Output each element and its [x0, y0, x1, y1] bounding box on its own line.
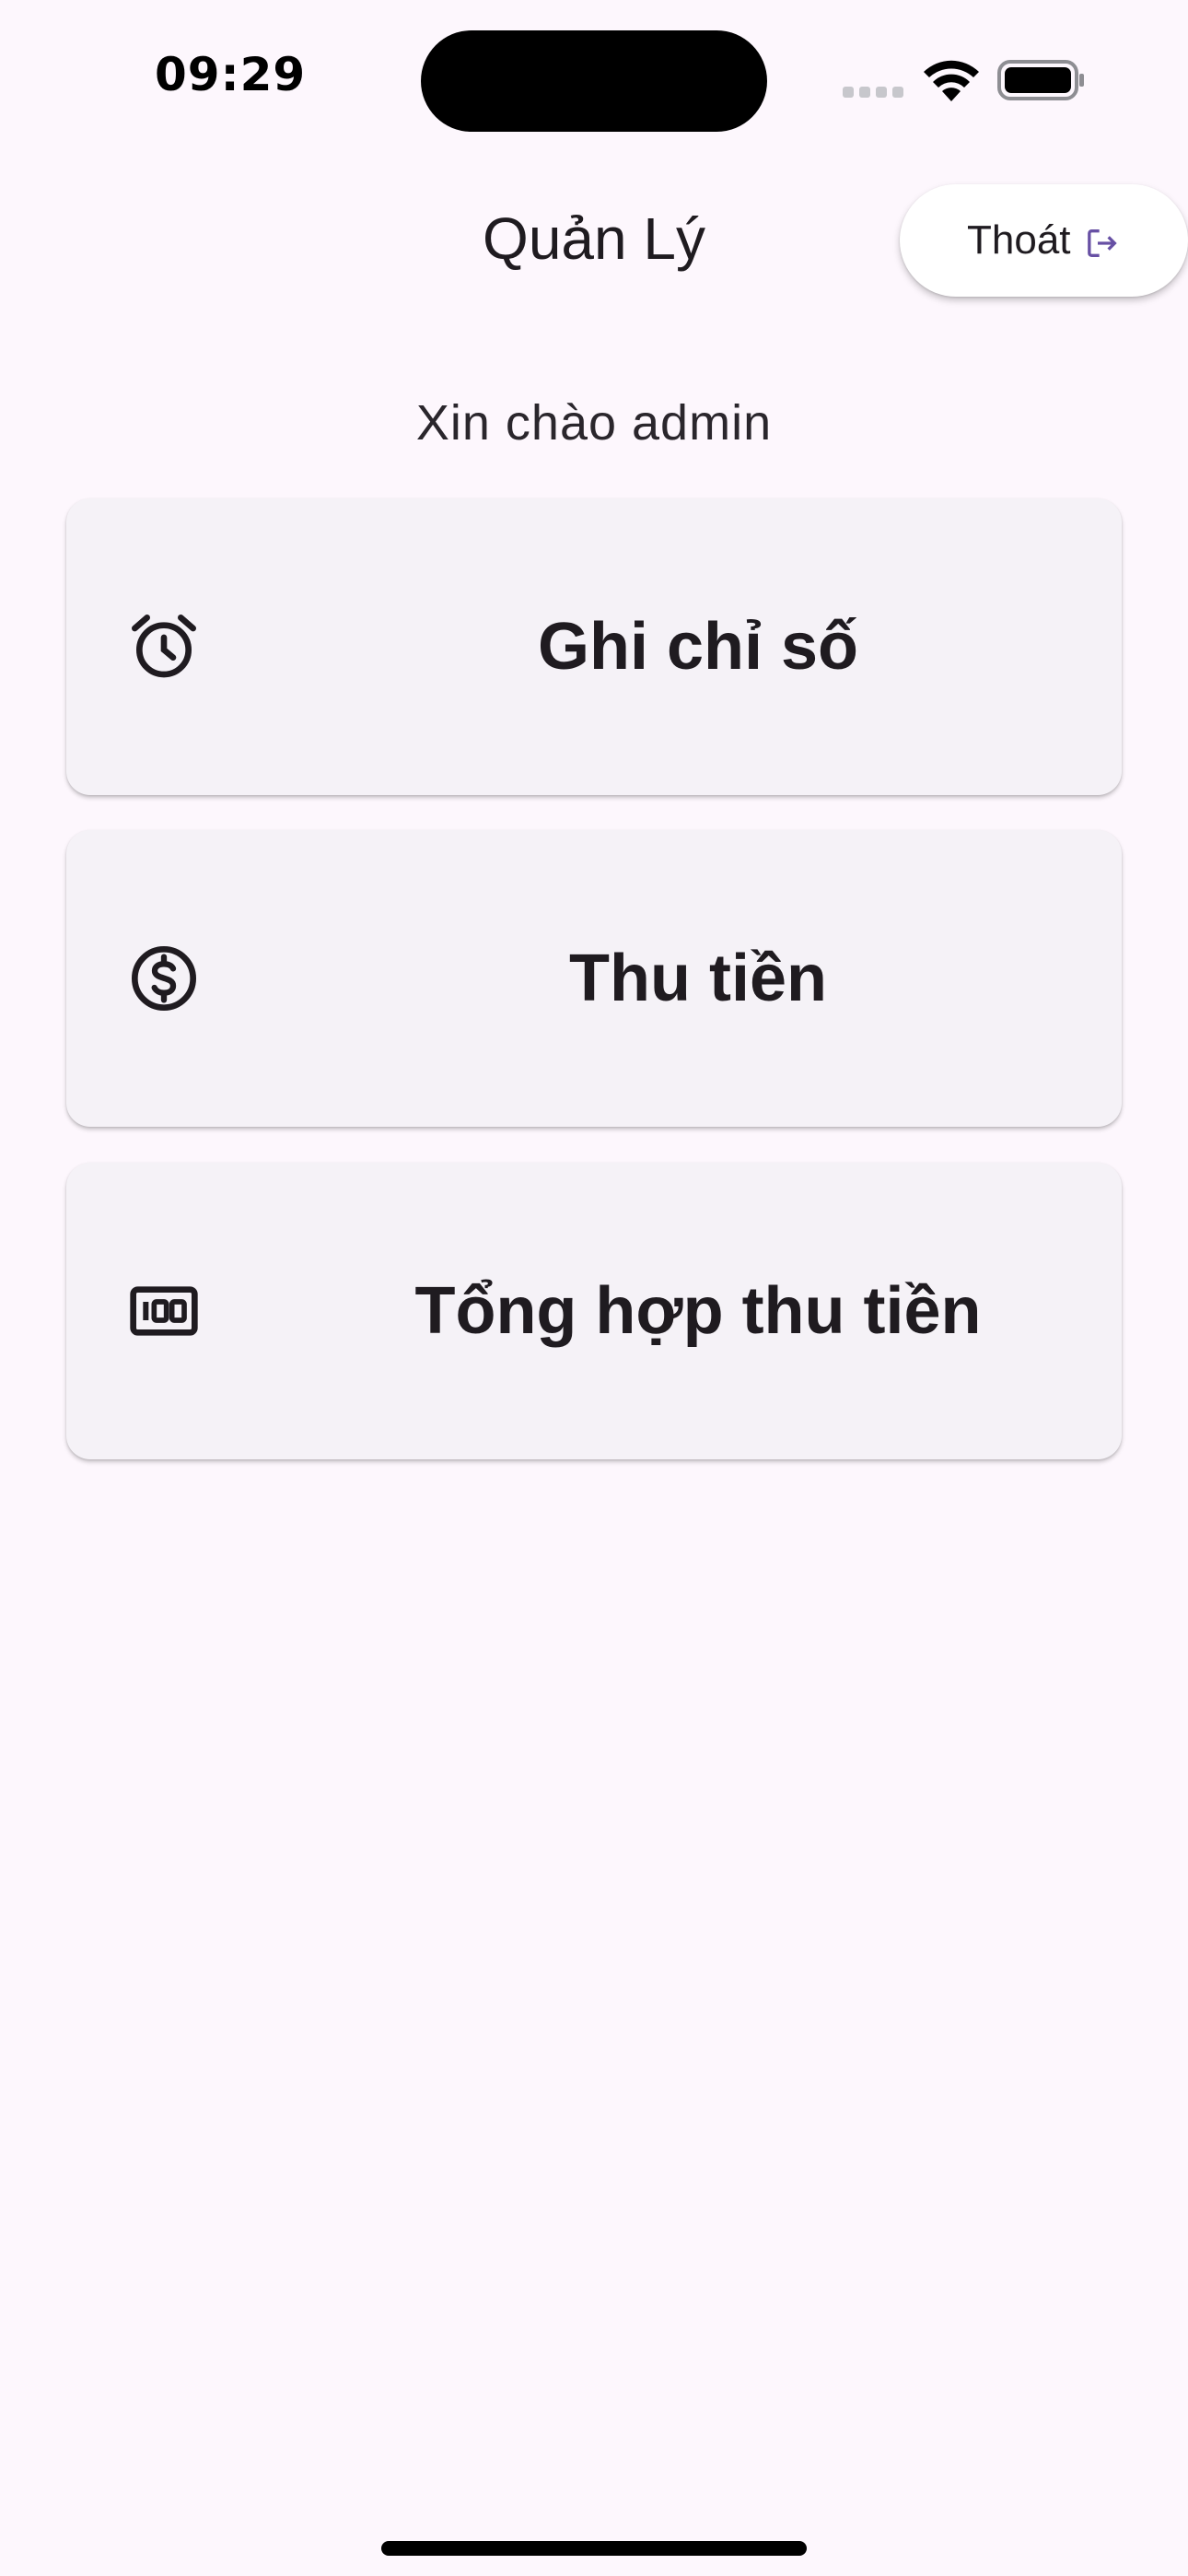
- logout-icon: [1087, 229, 1117, 257]
- status-time: 09:29: [155, 48, 307, 101]
- status-bar: 09:29: [0, 0, 1188, 157]
- menu-card-thu-tien[interactable]: Thu tiền: [66, 830, 1122, 1127]
- cellular-signal-icon: [843, 87, 903, 98]
- logout-label: Thoát: [967, 217, 1071, 263]
- home-indicator: [381, 2541, 807, 2556]
- counter-100-icon: [130, 1286, 198, 1336]
- menu-card-tong-hop-thu-tien[interactable]: Tổng hợp thu tiền: [66, 1163, 1122, 1459]
- menu-card-label: Tổng hợp thu tiền: [414, 1274, 982, 1348]
- alarm-clock-icon: [132, 615, 197, 678]
- menu-card-label: Ghi chỉ số: [537, 610, 859, 684]
- dynamic-island: [421, 30, 767, 132]
- logout-button[interactable]: Thoát: [900, 184, 1188, 297]
- battery-icon: [997, 60, 1084, 100]
- greeting-text: Xin chào admin: [415, 395, 773, 451]
- wifi-icon: [924, 60, 979, 101]
- dollar-circle-icon: [132, 946, 196, 1011]
- menu-card-ghi-chi-so[interactable]: Ghi chỉ số: [66, 498, 1122, 795]
- menu-card-label: Thu tiền: [569, 942, 827, 1015]
